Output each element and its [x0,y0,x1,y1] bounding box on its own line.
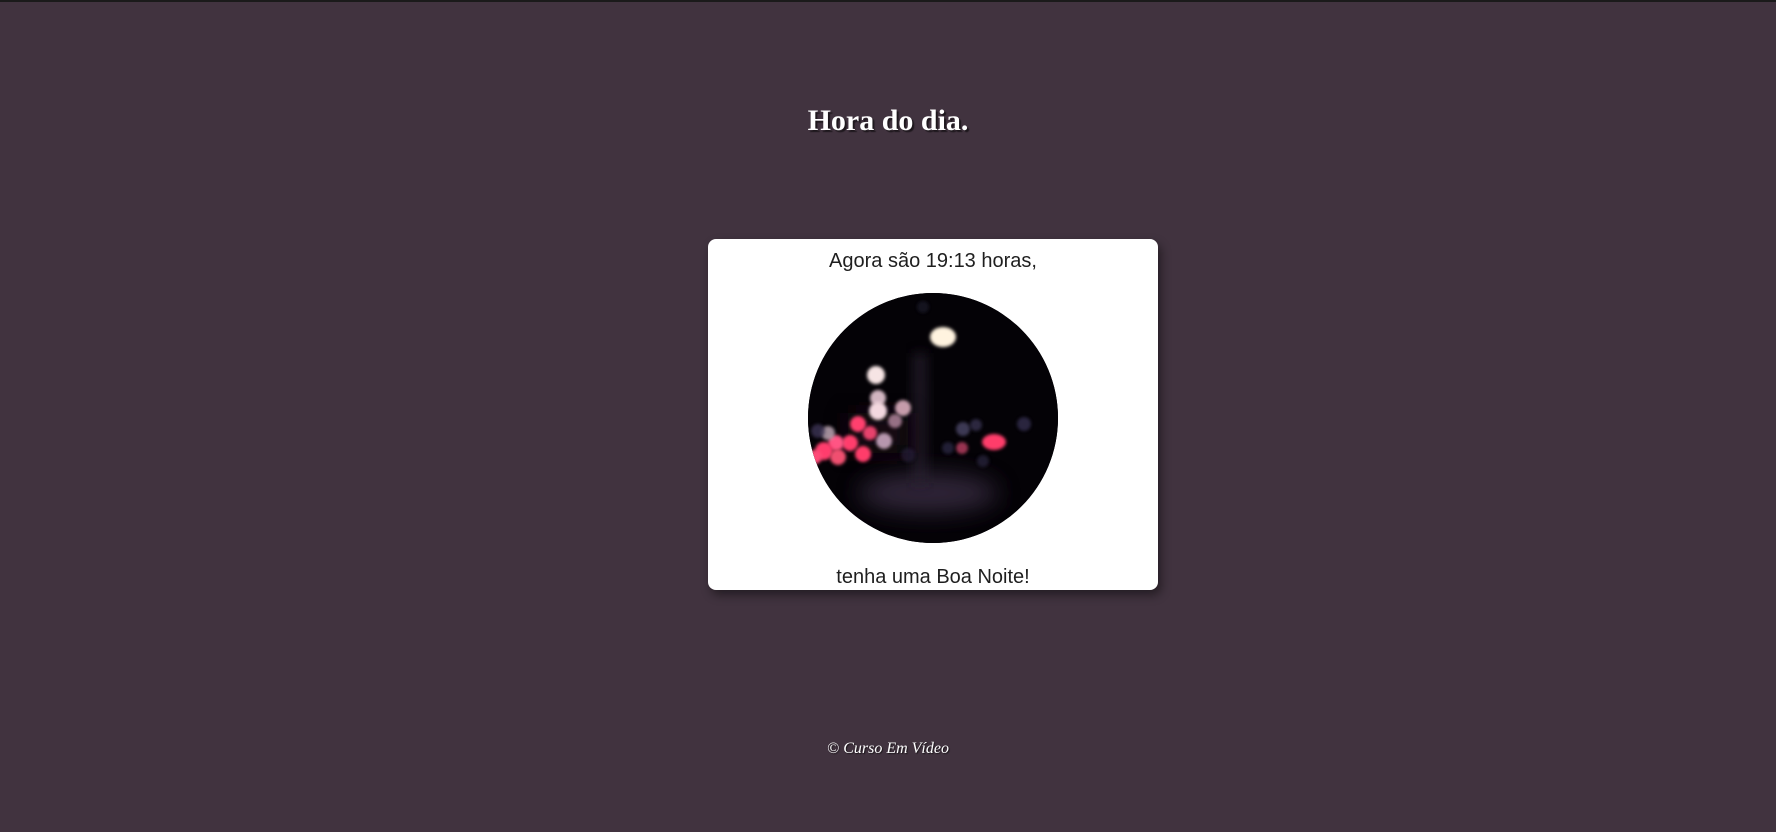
page-title: Hora do dia. [807,104,969,137]
page-footer: © Curso Em Vídeo [0,740,1776,758]
time-card: Agora são 19:13 horas, tenha uma Boa Noi… [708,239,1158,590]
copyright-text: © Curso Em Vídeo [827,740,949,757]
period-image [808,293,1058,543]
time-message: Agora são 19:13 horas, [829,250,1037,272]
page-header: Hora do dia. [0,102,1776,140]
greeting-message: tenha uma Boa Noite! [836,566,1030,588]
night-bokeh-image [808,293,1058,543]
